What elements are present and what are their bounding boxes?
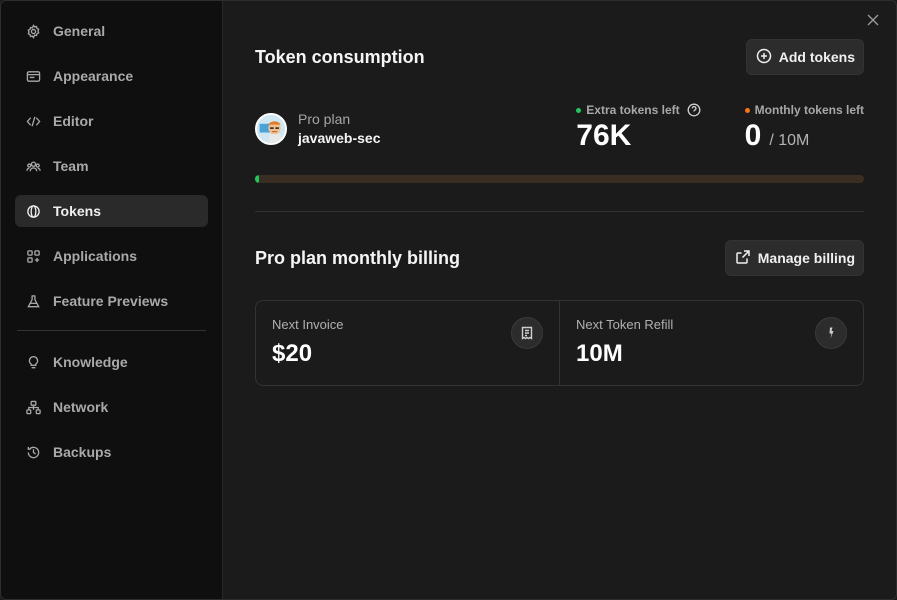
avatar xyxy=(255,112,287,145)
sidebar-item-label: Team xyxy=(53,158,89,174)
token-icon xyxy=(25,203,41,219)
settings-window: General Appearance Editor Team Tokens Ap… xyxy=(0,0,897,600)
sidebar-item-label: Network xyxy=(53,399,109,415)
card-label: Next Token Refill xyxy=(576,317,674,332)
extra-tokens-dot xyxy=(576,107,582,113)
extra-tokens-value: 76K xyxy=(576,119,632,152)
appearance-icon xyxy=(25,68,41,84)
token-consumption-header: Token consumption Add tokens xyxy=(255,39,864,75)
sidebar-item-label: Editor xyxy=(53,113,94,129)
card-value: $20 xyxy=(272,340,313,367)
history-icon xyxy=(25,444,41,460)
sidebar-item-knowledge[interactable]: Knowledge xyxy=(15,346,208,378)
monthly-tokens-value: 0 xyxy=(744,119,762,152)
section-divider xyxy=(255,211,864,212)
sidebar-item-label: Tokens xyxy=(53,203,101,219)
card-label: Next Invoice xyxy=(272,317,344,332)
token-stats: Extra tokens left 76K Monthly tokens lef… xyxy=(576,103,864,153)
applications-icon xyxy=(25,248,41,264)
sidebar-item-label: General xyxy=(53,23,106,39)
monthly-tokens-dot xyxy=(744,107,750,113)
flask-icon xyxy=(25,293,41,309)
add-tokens-label: Add tokens xyxy=(778,49,855,65)
sidebar-item-editor[interactable]: Editor xyxy=(15,105,208,137)
external-link-icon xyxy=(735,249,751,268)
code-icon xyxy=(25,113,41,129)
sidebar-item-label: Feature Previews xyxy=(53,293,169,309)
plan-username: javaweb-sec xyxy=(298,130,381,146)
sidebar-divider xyxy=(17,330,206,331)
token-consumption-title: Token consumption xyxy=(255,46,425,67)
lightbulb-icon xyxy=(25,354,41,370)
plus-circle-icon xyxy=(756,48,772,67)
settings-sidebar: General Appearance Editor Team Tokens Ap… xyxy=(1,1,223,599)
sidebar-item-network[interactable]: Network xyxy=(15,391,208,423)
card-value: 10M xyxy=(576,340,623,367)
next-invoice-card: Next Invoice $20 xyxy=(256,301,559,385)
sidebar-item-label: Knowledge xyxy=(53,354,128,370)
add-tokens-button[interactable]: Add tokens xyxy=(745,39,864,75)
extra-tokens-stat: Extra tokens left 76K xyxy=(576,103,701,153)
monthly-tokens-stat: Monthly tokens left 0 / 10M xyxy=(744,103,864,153)
gear-icon xyxy=(25,23,41,39)
team-icon xyxy=(25,158,41,174)
network-icon xyxy=(25,399,41,415)
sidebar-item-feature-previews[interactable]: Feature Previews xyxy=(15,285,208,317)
sidebar-item-backups[interactable]: Backups xyxy=(15,436,208,468)
close-button[interactable] xyxy=(866,13,882,29)
monthly-tokens-total: / 10M xyxy=(769,132,810,149)
sidebar-item-general[interactable]: General xyxy=(15,15,208,47)
monthly-tokens-label: Monthly tokens left xyxy=(754,103,864,117)
sidebar-item-label: Applications xyxy=(53,248,138,264)
bolt-token-icon xyxy=(815,317,847,349)
help-icon[interactable] xyxy=(687,103,701,117)
billing-cards: Next Invoice $20 Next Token Refill 10M xyxy=(255,300,864,386)
sidebar-item-tokens[interactable]: Tokens xyxy=(15,195,208,227)
sidebar-item-appearance[interactable]: Appearance xyxy=(15,60,208,92)
token-usage-progress-fill xyxy=(255,175,259,183)
billing-title: Pro plan monthly billing xyxy=(255,247,460,268)
token-usage-progress xyxy=(255,175,864,183)
plan-name: Pro plan xyxy=(298,111,351,127)
sidebar-item-label: Backups xyxy=(53,444,112,460)
sidebar-item-label: Appearance xyxy=(53,68,134,84)
tokens-panel: Token consumption Add tokens Pro plan ja… xyxy=(223,1,896,599)
manage-billing-button[interactable]: Manage billing xyxy=(724,240,864,276)
billing-header: Pro plan monthly billing Manage billing xyxy=(255,240,864,276)
manage-billing-label: Manage billing xyxy=(757,250,855,266)
invoice-icon xyxy=(511,317,543,349)
sidebar-item-applications[interactable]: Applications xyxy=(15,240,208,272)
close-icon xyxy=(867,14,879,26)
sidebar-item-team[interactable]: Team xyxy=(15,150,208,182)
next-token-refill-card: Next Token Refill 10M xyxy=(559,301,863,385)
extra-tokens-label: Extra tokens left xyxy=(586,103,680,117)
plan-info: Pro plan javaweb-sec xyxy=(255,111,381,146)
plan-summary: Pro plan javaweb-sec Extra tokens left 7… xyxy=(255,103,864,153)
